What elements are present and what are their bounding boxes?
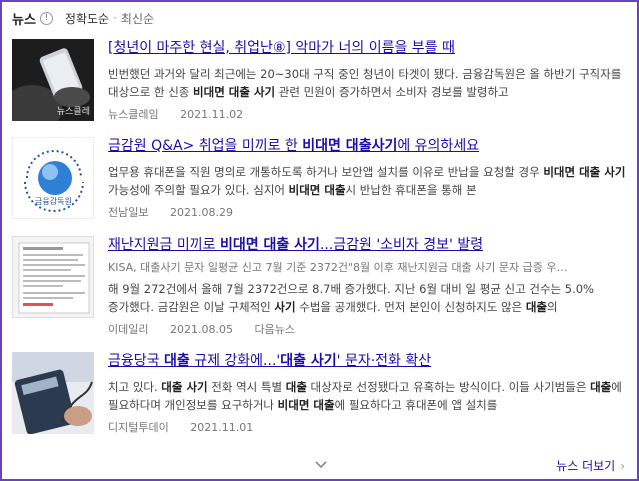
thumbnail-caption: 금융감독원 (35, 197, 72, 206)
news-header: 뉴스 ! 정확도순 · 최신순 (12, 8, 154, 28)
calculator-photo-icon (12, 352, 94, 434)
source-name[interactable]: 뉴스클레임 (108, 108, 159, 121)
thumbnail-2[interactable]: 금융감독원 (12, 137, 94, 219)
news-item: 금융감독원 금감원 Q&A> 취업을 미끼로 한 비대면 대출사기에 유의하세요… (12, 137, 632, 227)
article-title[interactable]: [청년이 마주한 현실, 취업난⑧] 악마가 너의 이름을 부를 때 (108, 39, 632, 57)
news-item: 재난지원금 미끼로 비대면 대출 사기...금감원 '소비자 경보' 발령 KI… (12, 236, 632, 344)
source-name[interactable]: 디지털투데이 (108, 421, 169, 434)
item-content: 재난지원금 미끼로 비대면 대출 사기...금감원 '소비자 경보' 발령 KI… (108, 236, 632, 338)
article-title[interactable]: 금융당국 대출 규제 강화에...'대출 사기' 문자·전화 확산 (108, 352, 632, 370)
news-item: 뉴스클레 [청년이 마주한 현실, 취업난⑧] 악마가 너의 이름을 부를 때 … (12, 39, 632, 129)
more-news-link[interactable]: 뉴스 더보기 › (556, 457, 625, 474)
chevron-right-icon: › (620, 458, 625, 473)
article-meta: 디지털투데이 2021.11.01 (108, 420, 632, 436)
item-content: [청년이 마주한 현실, 취업난⑧] 악마가 너의 이름을 부를 때 빈번했던 … (108, 39, 632, 123)
item-content: 금감원 Q&A> 취업을 미끼로 한 비대면 대출사기에 유의하세요 업무용 휴… (108, 137, 632, 221)
item-content: 금융당국 대출 규제 강화에...'대출 사기' 문자·전화 확산 치고 있다.… (108, 352, 632, 436)
article-snippet: 빈번했던 과거와 달리 최근에는 20~30대 구직 중인 청년이 타겟이 됐다… (108, 67, 622, 99)
article-date: 2021.08.29 (169, 206, 233, 219)
sort-latest[interactable]: 최신순 (121, 10, 154, 27)
article-snippet: 치고 있다. 대출 사기 전화 역시 특별 대출 대상자로 선정됐다고 유혹하는… (108, 380, 622, 412)
related-source[interactable]: 다음뉴스 (254, 323, 294, 336)
article-date: 2021.08.05 (169, 323, 233, 336)
info-icon[interactable]: ! (39, 11, 53, 25)
article-date: 2021.11.01 (190, 421, 254, 434)
article-date: 2021.11.02 (180, 108, 244, 121)
source-name[interactable]: 전남일보 (108, 206, 148, 219)
source-name[interactable]: 이데일리 (108, 323, 148, 336)
section-title: 뉴스 (12, 12, 36, 28)
article-title[interactable]: 재난지원금 미끼로 비대면 대출 사기...금감원 '소비자 경보' 발령 (108, 236, 632, 254)
article-snippet: 업무용 휴대폰을 직원 명의로 개통하도록 하거나 보안앱 설치를 이유로 반납… (108, 165, 626, 197)
article-meta: 뉴스클레임 2021.11.02 (108, 107, 632, 123)
chevron-down-icon[interactable] (314, 459, 328, 471)
thumbnail-4[interactable] (12, 352, 94, 434)
news-item: 금융당국 대출 규제 강화에...'대출 사기' 문자·전화 확산 치고 있다.… (12, 352, 632, 442)
thumbnail-3[interactable] (12, 236, 94, 318)
news-panel: 뉴스 ! 정확도순 · 최신순 뉴스클레 [청년이 마주한 현실, 취업난⑧] … (0, 0, 639, 481)
sort-separator: · (113, 11, 117, 25)
document-photo-icon (13, 237, 93, 317)
article-meta: 전남일보 2021.08.29 (108, 205, 632, 221)
article-snippet: 해 9월 272건에서 올해 7월 2372건으로 8.7배 증가했다. 지난 … (108, 282, 594, 314)
thumbnail-1[interactable]: 뉴스클레 (12, 39, 94, 121)
more-news-label: 뉴스 더보기 (556, 459, 616, 473)
sort-accuracy[interactable]: 정확도순 (65, 10, 109, 27)
thumbnail-caption: 뉴스클레 (56, 107, 90, 117)
article-title[interactable]: 금감원 Q&A> 취업을 미끼로 한 비대면 대출사기에 유의하세요 (108, 137, 632, 155)
article-meta: 이데일리 2021.08.05 다음뉴스 (108, 322, 632, 338)
article-subtitle: KISA, 대출사기 문자 일평균 신고 7월 기준 2372건"8월 이후 재… (108, 261, 568, 274)
